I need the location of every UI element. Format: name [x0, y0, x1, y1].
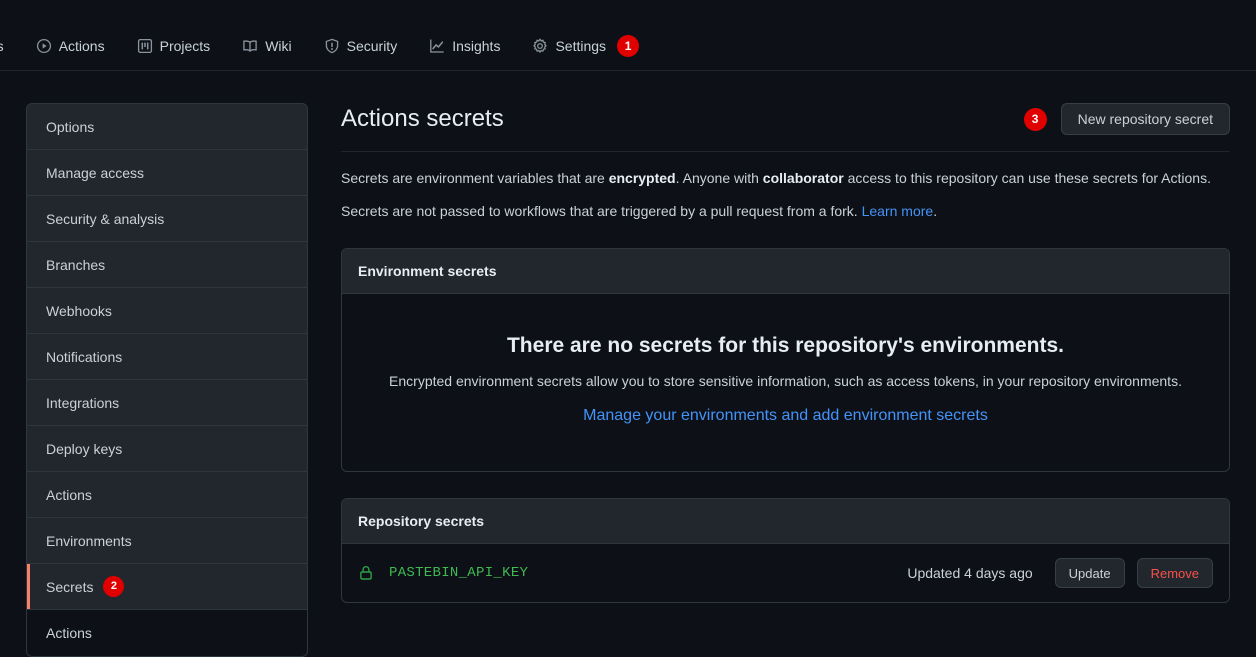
sidebar-item-label: Actions: [46, 486, 92, 503]
desc-bold-collaborator: collaborator: [762, 170, 844, 186]
sidebar-item-label: Secrets: [46, 578, 94, 595]
desc-text: Secrets are environment variables that a…: [341, 170, 609, 186]
environment-secrets-blankslate: There are no secrets for this repository…: [342, 294, 1229, 471]
environment-secrets-body: There are no secrets for this repository…: [342, 294, 1229, 471]
settings-notification-badge: 1: [617, 35, 640, 57]
sidebar-item-secrets[interactable]: Secrets 2: [27, 564, 307, 610]
desc-text: Secrets are not passed to workflows that…: [341, 203, 862, 219]
nav-item-pull-requests[interactable]: ests: [0, 30, 20, 62]
repository-secrets-panel: Repository secrets PASTEBIN_API_KEY Upda…: [341, 498, 1230, 603]
description-line-2: Secrets are not passed to workflows that…: [341, 201, 1230, 222]
nav-item-settings[interactable]: Settings 1: [516, 30, 655, 62]
nav-item-wiki[interactable]: Wiki: [226, 30, 307, 62]
nav-item-actions[interactable]: Actions: [20, 30, 121, 62]
page-header: Actions secrets 3 New repository secret: [341, 103, 1230, 152]
project-board-icon: [137, 38, 153, 54]
desc-text: . Anyone with: [675, 170, 763, 186]
sidebar-item-webhooks[interactable]: Webhooks: [27, 288, 307, 334]
environment-secrets-header: Environment secrets: [342, 249, 1229, 294]
sidebar-item-label: Deploy keys: [46, 440, 123, 457]
nav-item-label: Security: [346, 38, 398, 54]
table-row: PASTEBIN_API_KEY Updated 4 days ago Upda…: [342, 544, 1229, 602]
sidebar-item-integrations[interactable]: Integrations: [27, 380, 307, 426]
desc-text: .: [933, 203, 938, 219]
secrets-badge: 2: [103, 576, 125, 597]
sidebar-item-manage-access[interactable]: Manage access: [27, 150, 307, 196]
sidebar-item-label: Notifications: [46, 348, 123, 365]
sidebar-item-options[interactable]: Options: [27, 104, 307, 150]
lock-icon: [358, 565, 374, 581]
nav-item-security[interactable]: Security: [308, 30, 414, 62]
update-secret-button[interactable]: Update: [1054, 558, 1125, 588]
sidebar-subitem-actions[interactable]: Actions: [27, 610, 307, 656]
remove-secret-button[interactable]: Remove: [1136, 558, 1213, 588]
secret-name[interactable]: PASTEBIN_API_KEY: [389, 565, 528, 581]
secret-identity: PASTEBIN_API_KEY: [358, 565, 907, 581]
sidebar-item-deploy-keys[interactable]: Deploy keys: [27, 426, 307, 472]
learn-more-link[interactable]: Learn more: [862, 203, 934, 219]
desc-text: access to this repository can use these …: [843, 170, 1211, 186]
header-count-badge: 3: [1023, 107, 1047, 131]
gear-icon: [532, 38, 548, 54]
environment-secrets-panel: Environment secrets There are no secrets…: [341, 248, 1230, 472]
sidebar-item-label: Integrations: [46, 394, 120, 411]
new-repository-secret-button[interactable]: New repository secret: [1060, 103, 1230, 135]
nav-item-label: Actions: [58, 38, 105, 54]
sidebar-item-environments[interactable]: Environments: [27, 518, 307, 564]
sidebar-item-label: Security & analysis: [46, 210, 165, 227]
secret-actions: Updated 4 days ago Update Remove: [907, 558, 1213, 588]
book-icon: [242, 38, 258, 54]
nav-item-label: Insights: [452, 38, 501, 54]
page-header-actions: 3 New repository secret: [1023, 103, 1230, 135]
secrets-description: Secrets are environment variables that a…: [341, 168, 1230, 222]
sidebar-item-label: Environments: [46, 532, 132, 549]
repository-nav: ests Actions Projects: [0, 0, 1256, 71]
nav-item-insights[interactable]: Insights: [413, 30, 516, 62]
main-content: Actions secrets 3 New repository secret …: [341, 103, 1242, 655]
sidebar-item-label: Manage access: [46, 164, 145, 181]
description-line-1: Secrets are environment variables that a…: [341, 168, 1230, 189]
sidebar-item-label: Options: [46, 118, 95, 135]
repository-secrets-body: PASTEBIN_API_KEY Updated 4 days ago Upda…: [342, 544, 1229, 602]
sidebar-item-notifications[interactable]: Notifications: [27, 334, 307, 380]
play-circle-icon: [36, 38, 52, 54]
repository-secrets-header: Repository secrets: [342, 499, 1229, 544]
manage-environments-link[interactable]: Manage your environments and add environ…: [583, 407, 988, 424]
desc-bold-encrypted: encrypted: [608, 170, 676, 186]
settings-sidebar: Options Manage access Security & analysi…: [26, 103, 308, 657]
nav-item-label: Wiki: [265, 38, 292, 54]
nav-item-label: ests: [0, 38, 4, 54]
sidebar-item-security-analysis[interactable]: Security & analysis: [27, 196, 307, 242]
repository-nav-list: ests Actions Projects: [0, 30, 655, 62]
graph-icon: [429, 38, 445, 54]
blankslate-title: There are no secrets for this repository…: [506, 334, 1064, 357]
secret-updated-text: Updated 4 days ago: [907, 565, 1033, 581]
shield-icon: [324, 38, 340, 54]
page-title: Actions secrets: [341, 105, 504, 132]
blankslate-description: Encrypted environment secrets allow you …: [389, 373, 1182, 389]
nav-item-label: Projects: [159, 38, 211, 54]
nav-item-label: Settings: [555, 38, 607, 54]
sidebar-item-label: Actions: [46, 625, 92, 641]
sidebar-item-label: Branches: [46, 256, 106, 273]
sidebar-item-branches[interactable]: Branches: [27, 242, 307, 288]
nav-item-projects[interactable]: Projects: [121, 30, 227, 62]
page-body: Options Manage access Security & analysi…: [0, 71, 1256, 657]
sidebar-item-actions[interactable]: Actions: [27, 472, 307, 518]
sidebar-item-label: Webhooks: [46, 302, 112, 319]
